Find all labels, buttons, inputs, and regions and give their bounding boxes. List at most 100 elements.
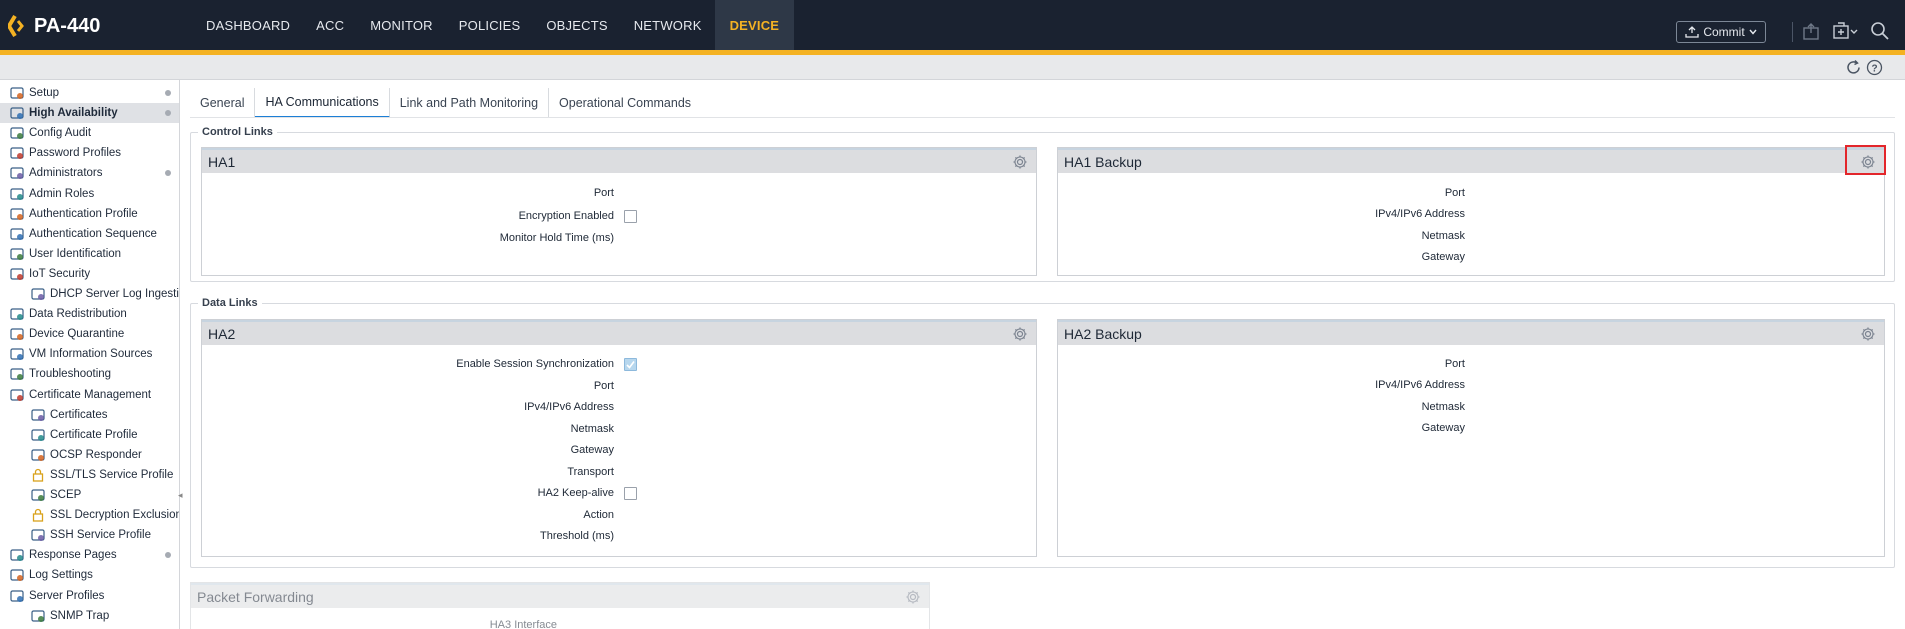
sidebar-item-password-profiles[interactable]: Password Profiles [0, 143, 179, 163]
sidebar-item-authentication-sequence[interactable]: Authentication Sequence [0, 224, 179, 244]
config-operations-icon[interactable] [1832, 21, 1858, 43]
field-row: Monitor Hold Time (ms) [202, 229, 614, 247]
sidebar-item-user-identification[interactable]: User Identification [0, 244, 179, 264]
chevron-down-icon [1749, 29, 1757, 35]
dhcp-log-icon [30, 286, 46, 302]
sidebar-item-response-pages[interactable]: Response Pages [0, 545, 179, 565]
search-icon[interactable] [1870, 21, 1892, 43]
field-label: Encryption Enabled [518, 209, 614, 222]
sidebar-item-snmp-trap[interactable]: SNMP Trap [0, 606, 179, 626]
nav-monitor[interactable]: MONITOR [357, 0, 446, 50]
ha2-title: HA2 [208, 325, 236, 342]
field-row: HA2 Keep-alive [202, 484, 614, 502]
field-checkbox[interactable] [624, 358, 637, 371]
refresh-icon[interactable] [1845, 59, 1862, 76]
config-audit-icon [9, 125, 25, 141]
sidebar-item-ocsp-responder[interactable]: OCSP Responder [0, 445, 179, 465]
status-dot [165, 552, 171, 559]
sidebar-item-label: Administrators [29, 167, 103, 180]
sidebar-collapse-handle[interactable]: ◂ [178, 490, 184, 504]
sidebar-item-ssl-tls-service-profile[interactable]: SSL/TLS Service Profile [0, 465, 179, 485]
sidebar-item-config-audit[interactable]: Config Audit [0, 123, 179, 143]
sidebar-item-label: SSH Service Profile [50, 529, 151, 542]
ha1-backup-title: HA1 Backup [1064, 153, 1142, 170]
sidebar-item-certificates[interactable]: Certificates [0, 405, 179, 425]
ocsp-responder-icon [30, 447, 46, 463]
commit-icon [1685, 26, 1699, 38]
sidebar-item-label: Response Pages [29, 549, 117, 562]
tab-divider [190, 117, 1895, 118]
sidebar-item-high-availability[interactable]: High Availability [0, 103, 179, 124]
snmp-trap-icon [30, 608, 46, 624]
nav-objects[interactable]: OBJECTS [533, 0, 620, 50]
sidebar-item-label: Admin Roles [29, 187, 95, 200]
sidebar-item-log-settings[interactable]: Log Settings [0, 565, 179, 585]
sidebar-item-vm-information-sources[interactable]: VM Information Sources [0, 344, 179, 364]
tab-ha-communications[interactable]: HA Communications [255, 88, 390, 118]
field-label: Action [583, 508, 614, 521]
field-label: HA3 Interface [489, 619, 557, 629]
sidebar-item-ssh-service-profile[interactable]: SSH Service Profile [0, 525, 179, 545]
user-identification-icon [9, 246, 25, 262]
sidebar-item-label: Config Audit [29, 127, 92, 140]
ha2-backup-gear-icon[interactable] [1860, 326, 1876, 342]
ha2-header: HA2 [202, 320, 1036, 345]
sidebar-item-troubleshooting[interactable]: Troubleshooting [0, 364, 179, 384]
packet-forwarding-gear-icon[interactable] [905, 589, 921, 605]
tab-operational-commands[interactable]: Operational Commands [549, 88, 701, 118]
nav-policies[interactable]: POLICIES [446, 0, 534, 50]
sidebar-item-label: SSL/TLS Service Profile [50, 468, 174, 481]
tab-link-and-path-monitoring[interactable]: Link and Path Monitoring [390, 88, 550, 118]
ha1-title: HA1 [208, 153, 236, 170]
sidebar-item-label: Server Profiles [29, 589, 105, 602]
nav-dashboard[interactable]: DASHBOARD [193, 0, 303, 50]
sidebar-item-label: SNMP Trap [50, 609, 110, 622]
sidebar-item-setup[interactable]: Setup [0, 83, 179, 103]
main-nav: DASHBOARD ACC MONITOR POLICIES OBJECTS N… [193, 0, 795, 50]
sidebar-item-label: IoT Security [29, 267, 91, 280]
ha1-gear-icon[interactable] [1012, 154, 1028, 170]
tab-general[interactable]: General [190, 88, 256, 118]
ha1-backup-panel: HA1 Backup Port IPv4/IPv6 Address Netmask G… [1057, 147, 1885, 276]
packet-forwarding-header: Packet Forwarding [191, 583, 929, 608]
status-dot [165, 90, 171, 96]
nav-device[interactable]: DEVICE [714, 0, 795, 50]
sidebar-item-scep[interactable]: SCEP [0, 485, 179, 505]
ha2-gear-icon[interactable] [1012, 326, 1028, 342]
sidebar-item-device-quarantine[interactable]: Device Quarantine [0, 324, 179, 344]
sidebar-item-ssl-decryption-exclusion[interactable]: SSL Decryption Exclusion [0, 505, 179, 525]
help-icon[interactable]: ? [1866, 59, 1883, 76]
sidebar-item-iot-security[interactable]: IoT Security [0, 264, 179, 284]
password-profiles-icon [9, 145, 25, 161]
nav-acc[interactable]: ACC [303, 0, 357, 50]
sidebar: Setup High Availability Config Audit Passwo… [0, 80, 180, 629]
field-label: HA2 Keep-alive [537, 487, 614, 499]
high-availability-icon [9, 105, 25, 121]
sidebar-item-authentication-profile[interactable]: Authentication Profile [0, 204, 179, 224]
sidebar-item-data-redistribution[interactable]: Data Redistribution [0, 304, 179, 324]
sidebar-item-admin-roles[interactable]: Admin Roles [0, 184, 179, 204]
sidebar-item-administrators[interactable]: Administrators [0, 163, 179, 183]
commit-button[interactable]: Commit [1676, 21, 1766, 43]
lock-config-icon[interactable] [1801, 21, 1823, 43]
field-checkbox[interactable] [624, 209, 637, 223]
setup-icon [9, 85, 25, 101]
sidebar-item-dhcp-server-log-ingestion[interactable]: DHCP Server Log Ingestion [0, 284, 179, 304]
field-row: Port [202, 377, 614, 395]
field-row: IPv4/IPv6 Address [1058, 376, 1465, 394]
field-label: Port [1444, 358, 1465, 370]
lock-icon [30, 467, 46, 483]
field-row: Netmask [202, 420, 614, 438]
field-checkbox[interactable] [624, 487, 637, 500]
sidebar-item-server-profiles[interactable]: Server Profiles [0, 586, 179, 606]
certificate-profile-icon [30, 427, 46, 443]
control-links-title: Control Links [198, 126, 277, 138]
field-label: Gateway [570, 444, 614, 456]
sidebar-item-certificate-profile[interactable]: Certificate Profile [0, 425, 179, 445]
field-row: IPv4/IPv6 Address [1058, 205, 1465, 223]
authentication-sequence-icon [9, 226, 25, 242]
field-row: Netmask [1058, 227, 1465, 245]
nav-network[interactable]: NETWORK [621, 0, 715, 50]
sidebar-item-certificate-management[interactable]: Certificate Management [0, 385, 179, 405]
sidebar-item-label: Authentication Profile [29, 207, 138, 220]
